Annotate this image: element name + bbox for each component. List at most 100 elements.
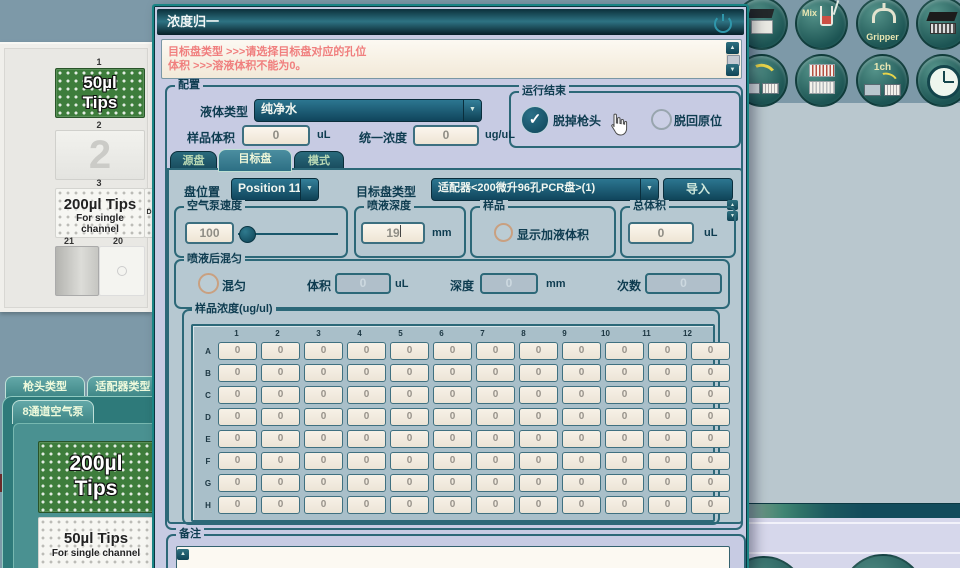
well-input[interactable]: 0 — [433, 364, 472, 382]
well-input[interactable]: 0 — [562, 430, 601, 448]
well-input[interactable]: 0 — [476, 364, 515, 382]
well-input[interactable]: 0 — [691, 430, 730, 448]
well-input[interactable]: 0 — [562, 386, 601, 404]
well-input[interactable]: 0 — [433, 408, 472, 426]
well-input[interactable]: 0 — [218, 408, 257, 426]
pump-plate-200ul-tips[interactable]: 200µl Tips — [38, 441, 154, 513]
uniform-conc-input[interactable]: 0 — [413, 125, 479, 146]
well-input[interactable]: 0 — [691, 474, 730, 492]
well-input[interactable]: 0 — [691, 342, 730, 360]
well-input[interactable]: 0 — [691, 452, 730, 470]
well-input[interactable]: 0 — [261, 342, 300, 360]
well-input[interactable]: 0 — [476, 474, 515, 492]
deck-slot-200ul-tips[interactable]: 200µl Tips For single channel — [55, 188, 145, 238]
well-input[interactable]: 0 — [562, 342, 601, 360]
chevron-down-icon[interactable]: ▼ — [300, 179, 318, 200]
tab-tip-type[interactable]: 枪头类型 — [5, 376, 85, 398]
well-input[interactable]: 0 — [433, 386, 472, 404]
well-input[interactable]: 0 — [390, 408, 429, 426]
well-input[interactable]: 0 — [218, 452, 257, 470]
well-input[interactable]: 0 — [476, 496, 515, 514]
well-input[interactable]: 0 — [304, 342, 343, 360]
chevron-down-icon[interactable]: ▼ — [463, 100, 481, 121]
well-input[interactable]: 0 — [390, 386, 429, 404]
well-input[interactable]: 0 — [347, 474, 386, 492]
one-channel-button[interactable]: 1ch — [856, 54, 909, 107]
scroll-up-icon[interactable]: ▲ — [726, 42, 739, 54]
power-icon[interactable] — [714, 15, 732, 33]
import-button[interactable]: 导入 — [663, 178, 733, 201]
well-input[interactable]: 0 — [218, 496, 257, 514]
pump-plate-50ul-tips[interactable]: 50µl Tips For single channel — [38, 517, 154, 568]
remark-scroll-up-icon[interactable]: ▲ — [177, 549, 189, 560]
well-input[interactable]: 0 — [605, 452, 644, 470]
well-input[interactable]: 0 — [433, 342, 472, 360]
tab-target-plate[interactable]: 目标盘 — [218, 149, 292, 172]
well-input[interactable]: 0 — [562, 364, 601, 382]
remark-textarea[interactable]: ▲ — [176, 546, 730, 568]
well-input[interactable]: 0 — [304, 452, 343, 470]
plate-stack-button[interactable] — [916, 0, 960, 50]
well-input[interactable]: 0 — [476, 408, 515, 426]
well-input[interactable]: 0 — [519, 496, 558, 514]
well-input[interactable]: 0 — [261, 496, 300, 514]
well-input[interactable]: 0 — [605, 364, 644, 382]
well-input[interactable]: 0 — [648, 430, 687, 448]
deck-slot-50ul-tips[interactable]: 50µl Tips — [55, 68, 145, 118]
well-input[interactable]: 0 — [304, 496, 343, 514]
dispense-depth-input[interactable]: 19 — [361, 222, 425, 244]
well-input[interactable]: 0 — [605, 342, 644, 360]
timer-button[interactable] — [916, 54, 960, 107]
well-input[interactable]: 0 — [476, 452, 515, 470]
well-input[interactable]: 0 — [304, 430, 343, 448]
well-input[interactable]: 0 — [347, 364, 386, 382]
well-input[interactable]: 0 — [519, 386, 558, 404]
well-input[interactable]: 0 — [519, 474, 558, 492]
chevron-down-icon[interactable]: ▼ — [640, 179, 658, 200]
well-input[interactable]: 0 — [648, 452, 687, 470]
well-input[interactable]: 0 — [261, 430, 300, 448]
total-volume-input[interactable]: 0 — [628, 222, 694, 244]
well-input[interactable]: 0 — [562, 408, 601, 426]
well-input[interactable]: 0 — [390, 430, 429, 448]
well-input[interactable]: 0 — [691, 386, 730, 404]
well-input[interactable]: 0 — [390, 364, 429, 382]
well-input[interactable]: 0 — [261, 364, 300, 382]
well-input[interactable]: 0 — [347, 342, 386, 360]
well-input[interactable]: 0 — [605, 408, 644, 426]
well-input[interactable]: 0 — [476, 342, 515, 360]
well-input[interactable]: 0 — [218, 430, 257, 448]
well-input[interactable]: 0 — [605, 474, 644, 492]
well-input[interactable]: 0 — [433, 430, 472, 448]
well-input[interactable]: 0 — [648, 386, 687, 404]
well-input[interactable]: 0 — [390, 496, 429, 514]
well-input[interactable]: 0 — [605, 386, 644, 404]
well-input[interactable]: 0 — [218, 342, 257, 360]
well-input[interactable]: 0 — [390, 452, 429, 470]
well-input[interactable]: 0 — [562, 496, 601, 514]
pump-speed-input[interactable]: 100 — [185, 222, 234, 244]
gripper-button[interactable]: Gripper — [856, 0, 909, 50]
drop-tip-checkbox[interactable]: ✓ — [521, 106, 549, 134]
well-input[interactable]: 0 — [218, 386, 257, 404]
well-input[interactable]: 0 — [261, 408, 300, 426]
plate-type-dropdown[interactable]: 适配器<200微升96孔PCR盘>(1) ▼ — [431, 178, 659, 201]
well-input[interactable]: 0 — [519, 430, 558, 448]
well-input[interactable]: 0 — [347, 386, 386, 404]
well-input[interactable]: 0 — [691, 408, 730, 426]
well-input[interactable]: 0 — [476, 430, 515, 448]
warning-scrollbar[interactable]: ▲ ▼ — [726, 42, 739, 76]
liquid-type-dropdown[interactable]: 纯净水 ▼ — [254, 99, 482, 122]
plate-position-dropdown[interactable]: Position 11 ▼ — [231, 178, 319, 201]
pump-speed-slider-knob[interactable] — [239, 226, 256, 243]
deck-slot-20[interactable] — [99, 246, 145, 296]
well-input[interactable]: 0 — [691, 496, 730, 514]
scroll-down-icon[interactable]: ▼ — [726, 64, 739, 76]
return-home-radio[interactable] — [651, 109, 672, 130]
well-input[interactable]: 0 — [519, 364, 558, 382]
well-input[interactable]: 0 — [218, 364, 257, 382]
well-input[interactable]: 0 — [519, 342, 558, 360]
well-input[interactable]: 0 — [605, 496, 644, 514]
tab-adapter-type[interactable]: 适配器类型 — [87, 376, 159, 398]
well-input[interactable]: 0 — [648, 342, 687, 360]
